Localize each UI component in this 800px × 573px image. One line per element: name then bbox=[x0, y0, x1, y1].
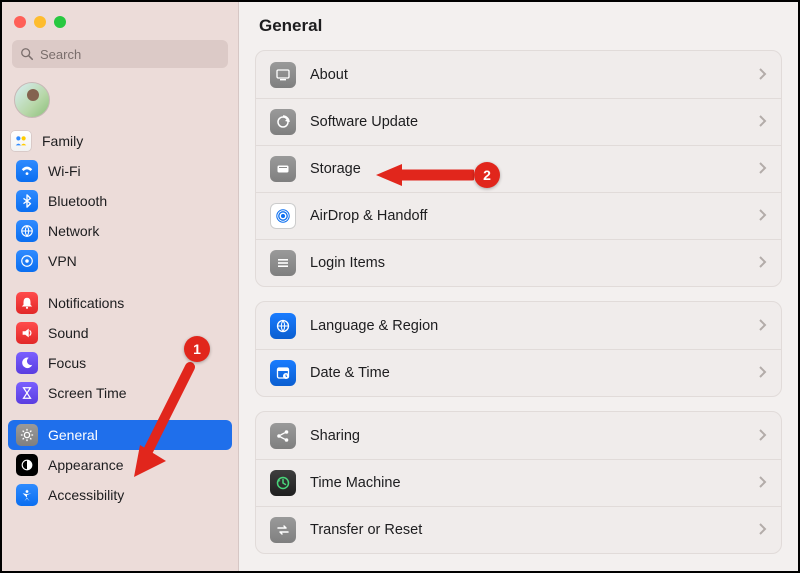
row-time-machine[interactable]: Time Machine bbox=[256, 459, 781, 506]
accessibility-icon bbox=[16, 484, 38, 506]
bell-icon bbox=[16, 292, 38, 314]
sidebar-item-label: Network bbox=[48, 223, 99, 239]
sidebar-item-label: Bluetooth bbox=[48, 193, 107, 209]
timemachine-icon bbox=[270, 470, 296, 496]
sidebar-item-label: Focus bbox=[48, 355, 86, 371]
search-placeholder: Search bbox=[40, 47, 81, 62]
maximize-window-button[interactable] bbox=[54, 16, 66, 28]
wifi-icon bbox=[16, 160, 38, 182]
globe-icon bbox=[16, 220, 38, 242]
sidebar-item-wifi[interactable]: Wi-Fi bbox=[8, 156, 232, 186]
row-airdrop-handoff[interactable]: AirDrop & Handoff bbox=[256, 192, 781, 239]
sidebar-item-network[interactable]: Network bbox=[8, 216, 232, 246]
family-icon bbox=[10, 130, 32, 152]
annotation-badge-1: 1 bbox=[184, 336, 210, 362]
minimize-window-button[interactable] bbox=[34, 16, 46, 28]
chevron-right-icon bbox=[759, 365, 767, 381]
chevron-right-icon bbox=[759, 161, 767, 177]
chevron-right-icon bbox=[759, 522, 767, 538]
datetime-icon bbox=[270, 360, 296, 386]
row-label: Login Items bbox=[310, 255, 745, 271]
row-storage[interactable]: Storage bbox=[256, 145, 781, 192]
sidebar-item-label: Wi-Fi bbox=[48, 163, 81, 179]
row-label: Date & Time bbox=[310, 365, 745, 381]
airdrop-icon bbox=[270, 203, 296, 229]
chevron-right-icon bbox=[759, 67, 767, 83]
sidebar-groups: Wi-Fi Bluetooth Network VPN bbox=[2, 156, 238, 571]
sidebar-item-label: Notifications bbox=[48, 295, 124, 311]
avatar bbox=[14, 82, 50, 118]
chevron-right-icon bbox=[759, 475, 767, 491]
about-icon bbox=[270, 62, 296, 88]
window-controls bbox=[2, 10, 238, 38]
row-login-items[interactable]: Login Items bbox=[256, 239, 781, 286]
row-label: Sharing bbox=[310, 428, 745, 444]
focus-icon bbox=[16, 352, 38, 374]
sharing-icon bbox=[270, 423, 296, 449]
settings-group-locale: Language & Region Date & Time bbox=[255, 301, 782, 397]
appearance-icon bbox=[16, 454, 38, 476]
sidebar-item-label: Accessibility bbox=[48, 487, 124, 503]
family-label: Family bbox=[42, 133, 83, 149]
page-title: General bbox=[259, 16, 778, 36]
hourglass-icon bbox=[16, 382, 38, 404]
row-label: AirDrop & Handoff bbox=[310, 208, 745, 224]
sidebar-item-family[interactable]: Family bbox=[2, 126, 238, 156]
chevron-right-icon bbox=[759, 208, 767, 224]
sidebar-item-vpn[interactable]: VPN bbox=[8, 246, 232, 276]
row-label: Language & Region bbox=[310, 318, 745, 334]
row-transfer-reset[interactable]: Transfer or Reset bbox=[256, 506, 781, 553]
close-window-button[interactable] bbox=[14, 16, 26, 28]
sidebar-item-label: General bbox=[48, 427, 98, 443]
annotation-arrow-2 bbox=[374, 162, 474, 188]
row-label: Time Machine bbox=[310, 475, 745, 491]
row-about[interactable]: About bbox=[256, 51, 781, 98]
bluetooth-icon bbox=[16, 190, 38, 212]
vpn-icon bbox=[16, 250, 38, 272]
storage-icon bbox=[270, 156, 296, 182]
sidebar-item-bluetooth[interactable]: Bluetooth bbox=[8, 186, 232, 216]
row-software-update[interactable]: Software Update bbox=[256, 98, 781, 145]
sidebar-item-label: VPN bbox=[48, 253, 77, 269]
sidebar-item-label: Sound bbox=[48, 325, 88, 341]
sidebar-item-notifications[interactable]: Notifications bbox=[8, 288, 232, 318]
row-label: Software Update bbox=[310, 114, 745, 130]
chevron-right-icon bbox=[759, 428, 767, 444]
search-input[interactable]: Search bbox=[12, 40, 228, 68]
sidebar: Search Family Wi-Fi Bluetooth bbox=[2, 2, 239, 571]
gear-icon bbox=[16, 424, 38, 446]
profile-row[interactable] bbox=[2, 78, 238, 126]
transfer-icon bbox=[270, 517, 296, 543]
row-language-region[interactable]: Language & Region bbox=[256, 302, 781, 349]
sound-icon bbox=[16, 322, 38, 344]
annotation-arrow-1 bbox=[130, 359, 202, 479]
language-icon bbox=[270, 313, 296, 339]
row-date-time[interactable]: Date & Time bbox=[256, 349, 781, 396]
settings-group-system: Sharing Time Machine Transfer or Reset bbox=[255, 411, 782, 554]
row-sharing[interactable]: Sharing bbox=[256, 412, 781, 459]
sidebar-item-label: Screen Time bbox=[48, 385, 127, 401]
chevron-right-icon bbox=[759, 318, 767, 334]
chevron-right-icon bbox=[759, 114, 767, 130]
chevron-right-icon bbox=[759, 255, 767, 271]
annotation-badge-2: 2 bbox=[474, 162, 500, 188]
sidebar-item-label: Appearance bbox=[48, 457, 124, 473]
settings-group-about: About Software Update Storage AirDrop & … bbox=[255, 50, 782, 287]
login-items-icon bbox=[270, 250, 296, 276]
main-panel: General About Software Update Storage Ai… bbox=[239, 2, 798, 571]
sidebar-item-accessibility[interactable]: Accessibility bbox=[8, 480, 232, 510]
update-icon bbox=[270, 109, 296, 135]
row-label: About bbox=[310, 67, 745, 83]
row-label: Transfer or Reset bbox=[310, 522, 745, 538]
search-icon bbox=[20, 47, 34, 61]
